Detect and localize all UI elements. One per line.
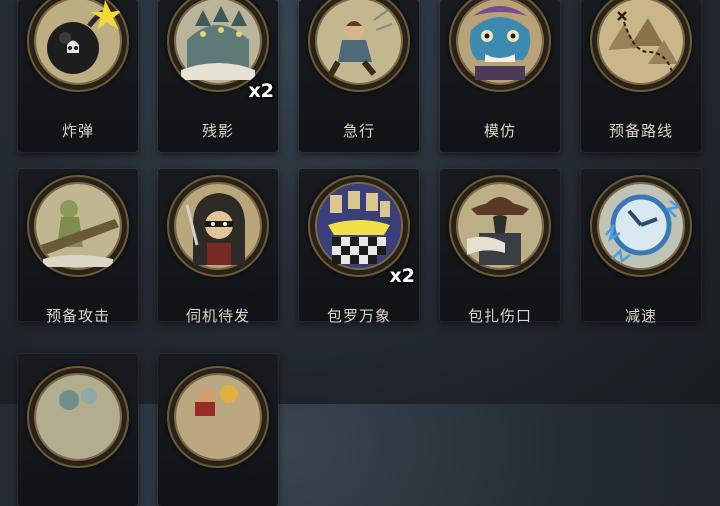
dash-icon bbox=[308, 0, 410, 92]
card-label: 急行 bbox=[342, 122, 375, 140]
ability-card-bandage[interactable]: 包扎伤口 bbox=[440, 169, 560, 325]
ready-attack-icon bbox=[27, 175, 129, 277]
ability-card-mimic[interactable]: 模仿 bbox=[440, 0, 560, 152]
card-label: 减速 bbox=[624, 307, 657, 325]
card-art-icon bbox=[167, 366, 269, 468]
lurk-icon bbox=[167, 175, 269, 277]
route-map-icon bbox=[590, 0, 692, 92]
card-label: 模仿 bbox=[483, 122, 516, 140]
all-inclusive-icon bbox=[308, 175, 410, 277]
ability-card-ready-attack[interactable]: 预备攻击 bbox=[18, 169, 138, 325]
ability-card-bomb[interactable]: 炸弹 bbox=[18, 0, 138, 152]
ability-card-afterimage[interactable]: x2 残影 bbox=[158, 0, 278, 152]
card-label: 包罗万象 bbox=[326, 307, 391, 325]
slow-clock-icon bbox=[590, 175, 692, 277]
card-label: 伺机待发 bbox=[185, 307, 250, 325]
mimic-mask-icon bbox=[449, 0, 551, 92]
ability-card-lurk[interactable]: 伺机待发 bbox=[158, 169, 278, 325]
card-label: 预备攻击 bbox=[45, 307, 110, 325]
ability-card-route[interactable]: 预备路线 bbox=[581, 0, 701, 152]
ability-card-slow[interactable]: 减速 bbox=[581, 169, 701, 325]
card-label: 炸弹 bbox=[61, 122, 94, 140]
afterimage-icon bbox=[167, 0, 269, 92]
card-label: 包扎伤口 bbox=[467, 307, 532, 325]
ability-card-dash[interactable]: 急行 bbox=[299, 0, 419, 152]
ability-card-partial[interactable] bbox=[18, 354, 138, 506]
card-label: 残影 bbox=[201, 122, 234, 140]
ability-card-all-inclusive[interactable]: x2 包罗万象 bbox=[299, 169, 419, 325]
card-count-badge: x2 bbox=[389, 265, 415, 287]
ability-card-grid: 炸弹 x2 残影 急行 模仿 预备路线 预备攻击 伺机待发 x2 包罗万象 包扎… bbox=[0, 0, 720, 506]
card-label: 预备路线 bbox=[608, 122, 673, 140]
bomb-icon bbox=[27, 0, 129, 92]
card-count-badge: x2 bbox=[248, 80, 274, 102]
ability-card-partial[interactable] bbox=[158, 354, 278, 506]
bandage-icon bbox=[449, 175, 551, 277]
card-art-icon bbox=[27, 366, 129, 468]
